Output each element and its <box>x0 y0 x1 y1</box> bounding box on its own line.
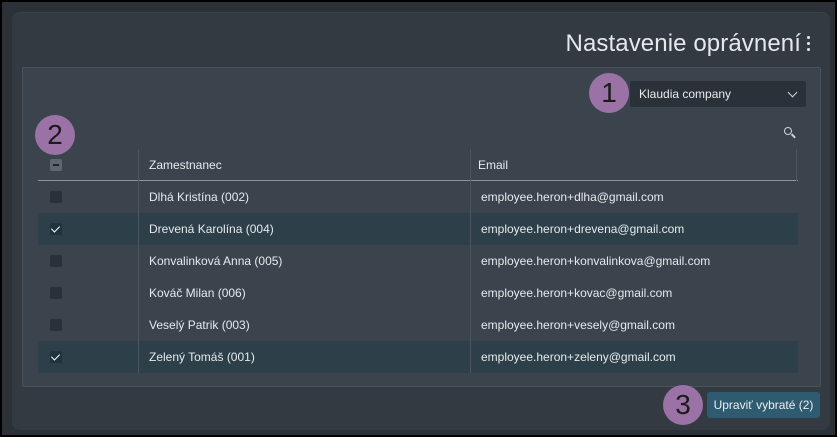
page-title: Nastavenie oprávnení <box>565 30 801 57</box>
select-all-checkbox[interactable] <box>50 159 62 171</box>
employee-email-cell: employee.heron+dlha@gmail.com <box>481 190 664 204</box>
row-checkbox[interactable] <box>50 287 62 299</box>
app-frame: Nastavenie oprávnení 1 Klaudia company 2… <box>0 0 837 437</box>
table-row[interactable]: Drevená Karolína (004) employee.heron+dre… <box>38 213 798 245</box>
column-divider <box>470 149 471 181</box>
employee-email-cell: employee.heron+drevena@gmail.com <box>481 222 685 236</box>
column-header-employee[interactable]: Zamestnanec <box>149 149 222 181</box>
row-checkbox[interactable] <box>50 351 62 363</box>
column-divider <box>470 309 471 341</box>
company-select-value: Klaudia company <box>639 87 732 101</box>
row-checkbox[interactable] <box>50 255 62 267</box>
kebab-menu-icon[interactable] <box>807 36 811 52</box>
edit-selected-button[interactable]: Upraviť vybraté (2) <box>707 392 820 418</box>
table-row[interactable]: Konvalinková Anna (005) employee.heron+ko… <box>38 245 798 277</box>
table-row[interactable]: Veselý Patrik (003) employee.heron+vesely… <box>38 309 798 341</box>
column-divider <box>138 341 139 373</box>
row-checkbox[interactable] <box>50 319 62 331</box>
column-divider <box>138 181 139 213</box>
column-divider <box>138 277 139 309</box>
column-divider <box>796 149 797 181</box>
column-divider <box>470 277 471 309</box>
employee-email-cell: employee.heron+zeleny@gmail.com <box>481 350 676 364</box>
step-badge-3: 3 <box>663 385 703 425</box>
table-row[interactable]: Zelený Tomáš (001) employee.heron+zeleny@… <box>38 341 798 373</box>
column-divider <box>138 245 139 277</box>
column-divider <box>138 309 139 341</box>
employee-email-cell: employee.heron+konvalinkova@gmail.com <box>481 254 711 268</box>
checkmark-icon <box>50 223 61 233</box>
chevron-down-icon <box>787 87 798 98</box>
company-select[interactable]: Klaudia company <box>630 81 806 107</box>
row-checkbox[interactable] <box>50 191 62 203</box>
checkmark-icon <box>50 351 61 361</box>
employee-name-cell: Kováč Milan (006) <box>149 286 246 300</box>
employee-email-cell: employee.heron+vesely@gmail.com <box>481 318 675 332</box>
employee-name-cell: Zelený Tomáš (001) <box>149 350 255 364</box>
employee-email-cell: employee.heron+kovac@gmail.com <box>481 286 673 300</box>
employee-name-cell: Konvalinková Anna (005) <box>149 254 283 268</box>
employee-name-cell: Drevená Karolína (004) <box>149 222 274 236</box>
column-divider <box>138 149 139 181</box>
column-divider <box>470 245 471 277</box>
employee-name-cell: Veselý Patrik (003) <box>149 318 250 332</box>
table-header: Zamestnanec Email <box>38 149 798 181</box>
column-divider <box>138 213 139 245</box>
column-header-email[interactable]: Email <box>478 149 508 181</box>
search-icon[interactable] <box>784 127 796 139</box>
column-divider <box>470 213 471 245</box>
employees-table: Zamestnanec Email Dlhá Kristína (002) emp… <box>38 149 798 373</box>
table-body: Dlhá Kristína (002) employee.heron+dlha@g… <box>38 181 798 373</box>
column-divider <box>470 181 471 213</box>
table-row[interactable]: Dlhá Kristína (002) employee.heron+dlha@g… <box>38 181 798 213</box>
column-divider <box>470 341 471 373</box>
employee-name-cell: Dlhá Kristína (002) <box>149 190 250 204</box>
step-badge-1: 1 <box>589 73 629 113</box>
row-checkbox[interactable] <box>50 223 62 235</box>
table-row[interactable]: Kováč Milan (006) employee.heron+kovac@gm… <box>38 277 798 309</box>
